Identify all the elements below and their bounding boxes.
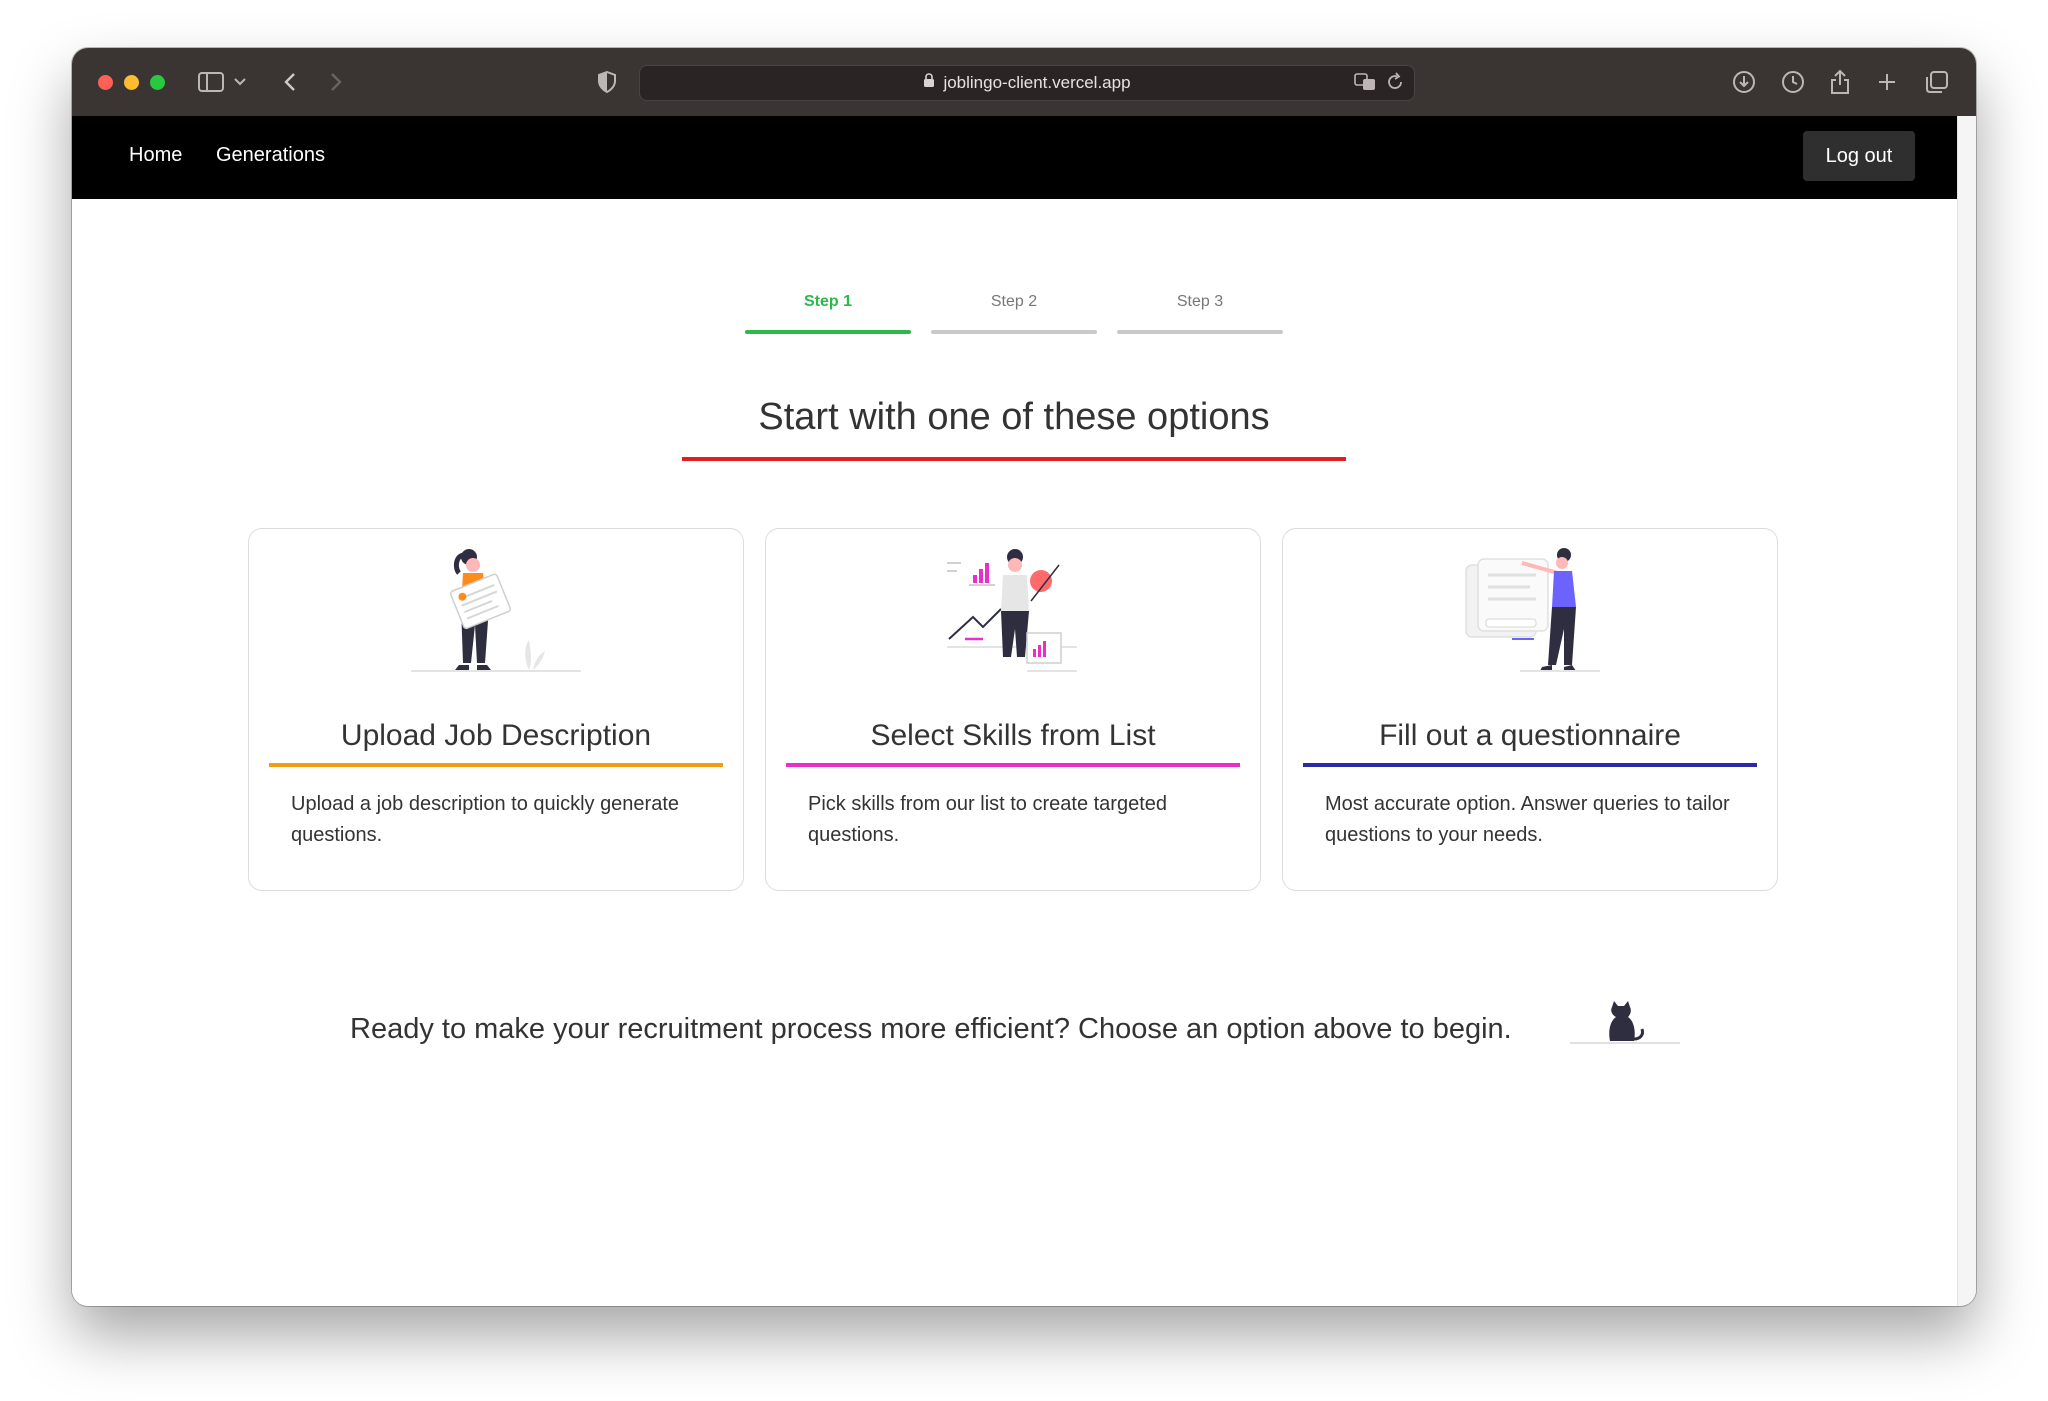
logout-button[interactable]: Log out — [1803, 131, 1915, 181]
option-card-skills[interactable]: Select Skills from List Pick skills from… — [765, 528, 1261, 891]
cat-illustration — [1570, 999, 1680, 1052]
step-2-tab[interactable]: Step 2 — [931, 293, 1097, 334]
lock-icon — [923, 73, 935, 93]
step-label: Step 2 — [990, 293, 1038, 310]
step-1-tab[interactable]: Step 1 — [745, 293, 911, 334]
option-card-questionnaire[interactable]: Fill out a questionnaire Most accurate o… — [1282, 528, 1778, 891]
card-title: Select Skills from List — [786, 719, 1240, 767]
tab-overview-icon[interactable] — [1924, 66, 1950, 98]
zoom-window-button[interactable] — [150, 75, 165, 90]
step-progress-bar — [931, 330, 1097, 334]
card-title: Fill out a questionnaire — [1303, 719, 1757, 767]
address-bar[interactable]: joblingo-client.vercel.app — [639, 65, 1415, 101]
page-scrollbar[interactable] — [1957, 116, 1976, 1306]
sidebar-toggle-icon[interactable] — [196, 66, 226, 98]
minimize-window-button[interactable] — [124, 75, 139, 90]
main-content: Step 1 Step 2 Step 3 Start with one of t… — [72, 199, 1957, 1306]
history-icon[interactable] — [1780, 66, 1806, 98]
card-description: Pick skills from our list to create targ… — [808, 793, 1168, 846]
woman-holding-document-illustration — [249, 545, 743, 675]
page-heading: Start with one of these options — [682, 396, 1346, 461]
call-to-action-text: Ready to make your recruitment process m… — [350, 1013, 1512, 1045]
share-icon[interactable] — [1828, 66, 1852, 98]
nav-generations-link[interactable]: Generations — [216, 144, 325, 167]
chevron-down-icon[interactable] — [232, 66, 248, 98]
woman-with-charts-illustration — [766, 545, 1260, 675]
downloads-icon[interactable] — [1731, 66, 1757, 98]
card-description: Upload a job description to quickly gene… — [291, 793, 680, 846]
site-navbar: Home Generations Log out — [72, 116, 1957, 199]
reload-icon[interactable] — [1386, 72, 1404, 97]
option-card-upload[interactable]: Upload Job Description Upload a job desc… — [248, 528, 744, 891]
nav-home-link[interactable]: Home — [129, 144, 182, 167]
step-3-tab[interactable]: Step 3 — [1117, 293, 1283, 334]
privacy-shield-icon[interactable] — [596, 66, 618, 98]
browser-toolbar: joblingo-client.vercel.app — [72, 48, 1976, 116]
step-label: Step 1 — [803, 293, 852, 310]
back-icon[interactable] — [280, 66, 300, 98]
translate-icon[interactable] — [1354, 72, 1376, 97]
card-description: Most accurate option. Answer queries to … — [1325, 793, 1730, 846]
close-window-button[interactable] — [98, 75, 113, 90]
card-title: Upload Job Description — [269, 719, 723, 767]
forward-icon[interactable] — [326, 66, 346, 98]
step-progress-bar — [1117, 330, 1283, 334]
new-tab-icon[interactable] — [1876, 66, 1898, 98]
browser-window: joblingo-client.vercel.app Home Generati… — [72, 48, 1976, 1306]
url-text: joblingo-client.vercel.app — [943, 73, 1131, 92]
woman-pointing-at-form-illustration — [1283, 545, 1777, 675]
step-progress-bar — [745, 330, 911, 334]
step-label: Step 3 — [1176, 293, 1224, 310]
